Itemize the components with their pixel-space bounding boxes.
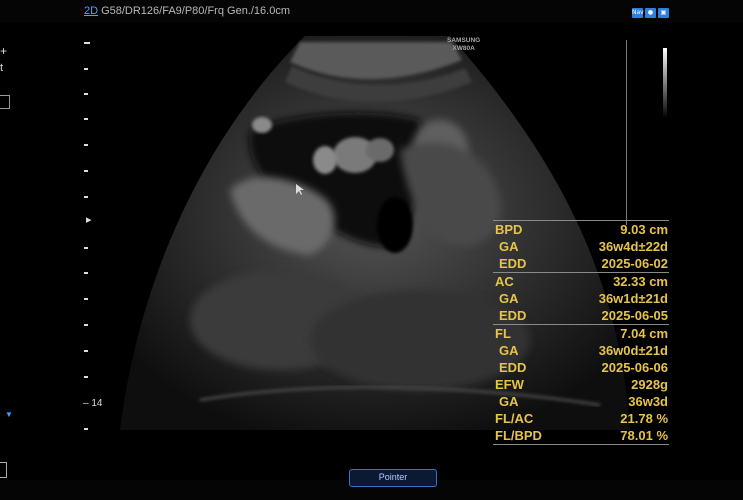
measurement-label: FL/BPD bbox=[495, 428, 542, 443]
measurement-value: 2025-06-02 bbox=[601, 256, 669, 271]
depth-tick bbox=[84, 118, 88, 120]
depth-tick bbox=[84, 324, 88, 326]
measurement-row: EFW 2928g bbox=[493, 376, 669, 393]
depth-tick bbox=[84, 93, 88, 95]
grayscale-bar bbox=[663, 48, 667, 118]
ac-group: AC 32.33 cm GA 36w1d±21d EDD 2025-06-05 bbox=[493, 273, 669, 325]
measurement-row: GA 36w3d bbox=[493, 393, 669, 410]
depth-tick bbox=[84, 298, 88, 300]
measurement-row: EDD 2025-06-02 bbox=[493, 255, 669, 272]
depth-tick bbox=[84, 428, 88, 430]
measurement-value: 32.33 cm bbox=[613, 274, 668, 289]
measurement-row: BPD 9.03 cm bbox=[493, 221, 669, 238]
measurement-label: EDD bbox=[499, 308, 527, 323]
depth-tick bbox=[84, 247, 88, 249]
mouse-cursor-icon bbox=[296, 184, 304, 195]
measurement-value: 36w1d±21d bbox=[598, 291, 668, 306]
measurement-value: 9.03 cm bbox=[620, 222, 668, 237]
measurement-row: GA 36w1d±21d bbox=[493, 290, 669, 307]
bpd-group: BPD 9.03 cm GA 36w4d±22d EDD 2025-06-02 bbox=[493, 220, 669, 273]
measurement-row: FL/BPD 78.01 % bbox=[493, 427, 669, 444]
measurement-label: GA bbox=[499, 291, 519, 306]
fl-group: FL 7.04 cm GA 36w0d±21d EDD 2025-06-06 EFW 2… bbox=[493, 325, 669, 445]
m-line bbox=[626, 40, 627, 225]
measurement-value: 2928g bbox=[631, 377, 668, 392]
measurement-value: 7.04 cm bbox=[620, 326, 668, 341]
measurement-label: EDD bbox=[499, 256, 527, 271]
measurement-label: BPD bbox=[495, 222, 523, 237]
depth-tick bbox=[84, 144, 88, 146]
measurement-row: GA 36w4d±22d bbox=[493, 238, 669, 255]
measurement-label: EDD bbox=[499, 360, 527, 375]
measurement-row: EDD 2025-06-05 bbox=[493, 307, 669, 324]
depth-value: 14 bbox=[91, 398, 103, 409]
measurement-row: EDD 2025-06-06 bbox=[493, 359, 669, 376]
measurement-label: GA bbox=[499, 394, 519, 409]
measurement-value: 36w4d±22d bbox=[598, 239, 668, 254]
focus-marker-icon[interactable]: ▸ bbox=[86, 213, 92, 226]
measurement-value: 2025-06-06 bbox=[601, 360, 669, 375]
depth-tick bbox=[84, 376, 88, 378]
measurement-row: FL/AC 21.78 % bbox=[493, 410, 669, 427]
depth-tick bbox=[84, 272, 88, 274]
measurement-value: 2025-06-05 bbox=[601, 308, 669, 323]
measurement-label: FL/AC bbox=[495, 411, 534, 426]
measurement-table: BPD 9.03 cm GA 36w4d±22d EDD 2025-06-02 AC 3… bbox=[493, 220, 669, 445]
depth-tick bbox=[84, 68, 88, 70]
model-name: XW80A bbox=[452, 45, 475, 52]
manufacturer-logo: SAMSUNG XW80A bbox=[447, 37, 480, 53]
measurement-value: 21.78 % bbox=[620, 411, 668, 426]
measurement-value: 36w0d±21d bbox=[598, 343, 668, 358]
depth-label: – 14 bbox=[83, 398, 103, 409]
measurement-value: 78.01 % bbox=[620, 428, 668, 443]
measurement-label: FL bbox=[495, 326, 511, 341]
measurement-value: 36w3d bbox=[628, 394, 668, 409]
measurement-label: AC bbox=[495, 274, 514, 289]
depth-tick bbox=[84, 196, 88, 198]
measurement-row: FL 7.04 cm bbox=[493, 325, 669, 342]
measurement-label: GA bbox=[499, 343, 519, 358]
measurement-label: EFW bbox=[495, 377, 524, 392]
depth-tick bbox=[84, 350, 88, 352]
brand-name: SAMSUNG bbox=[447, 37, 481, 44]
measurement-label: GA bbox=[499, 239, 519, 254]
measurement-row: AC 32.33 cm bbox=[493, 273, 669, 290]
measurement-row: GA 36w0d±21d bbox=[493, 342, 669, 359]
pointer-button[interactable]: Pointer bbox=[349, 469, 437, 487]
depth-tick bbox=[84, 42, 90, 44]
depth-tick bbox=[84, 170, 88, 172]
